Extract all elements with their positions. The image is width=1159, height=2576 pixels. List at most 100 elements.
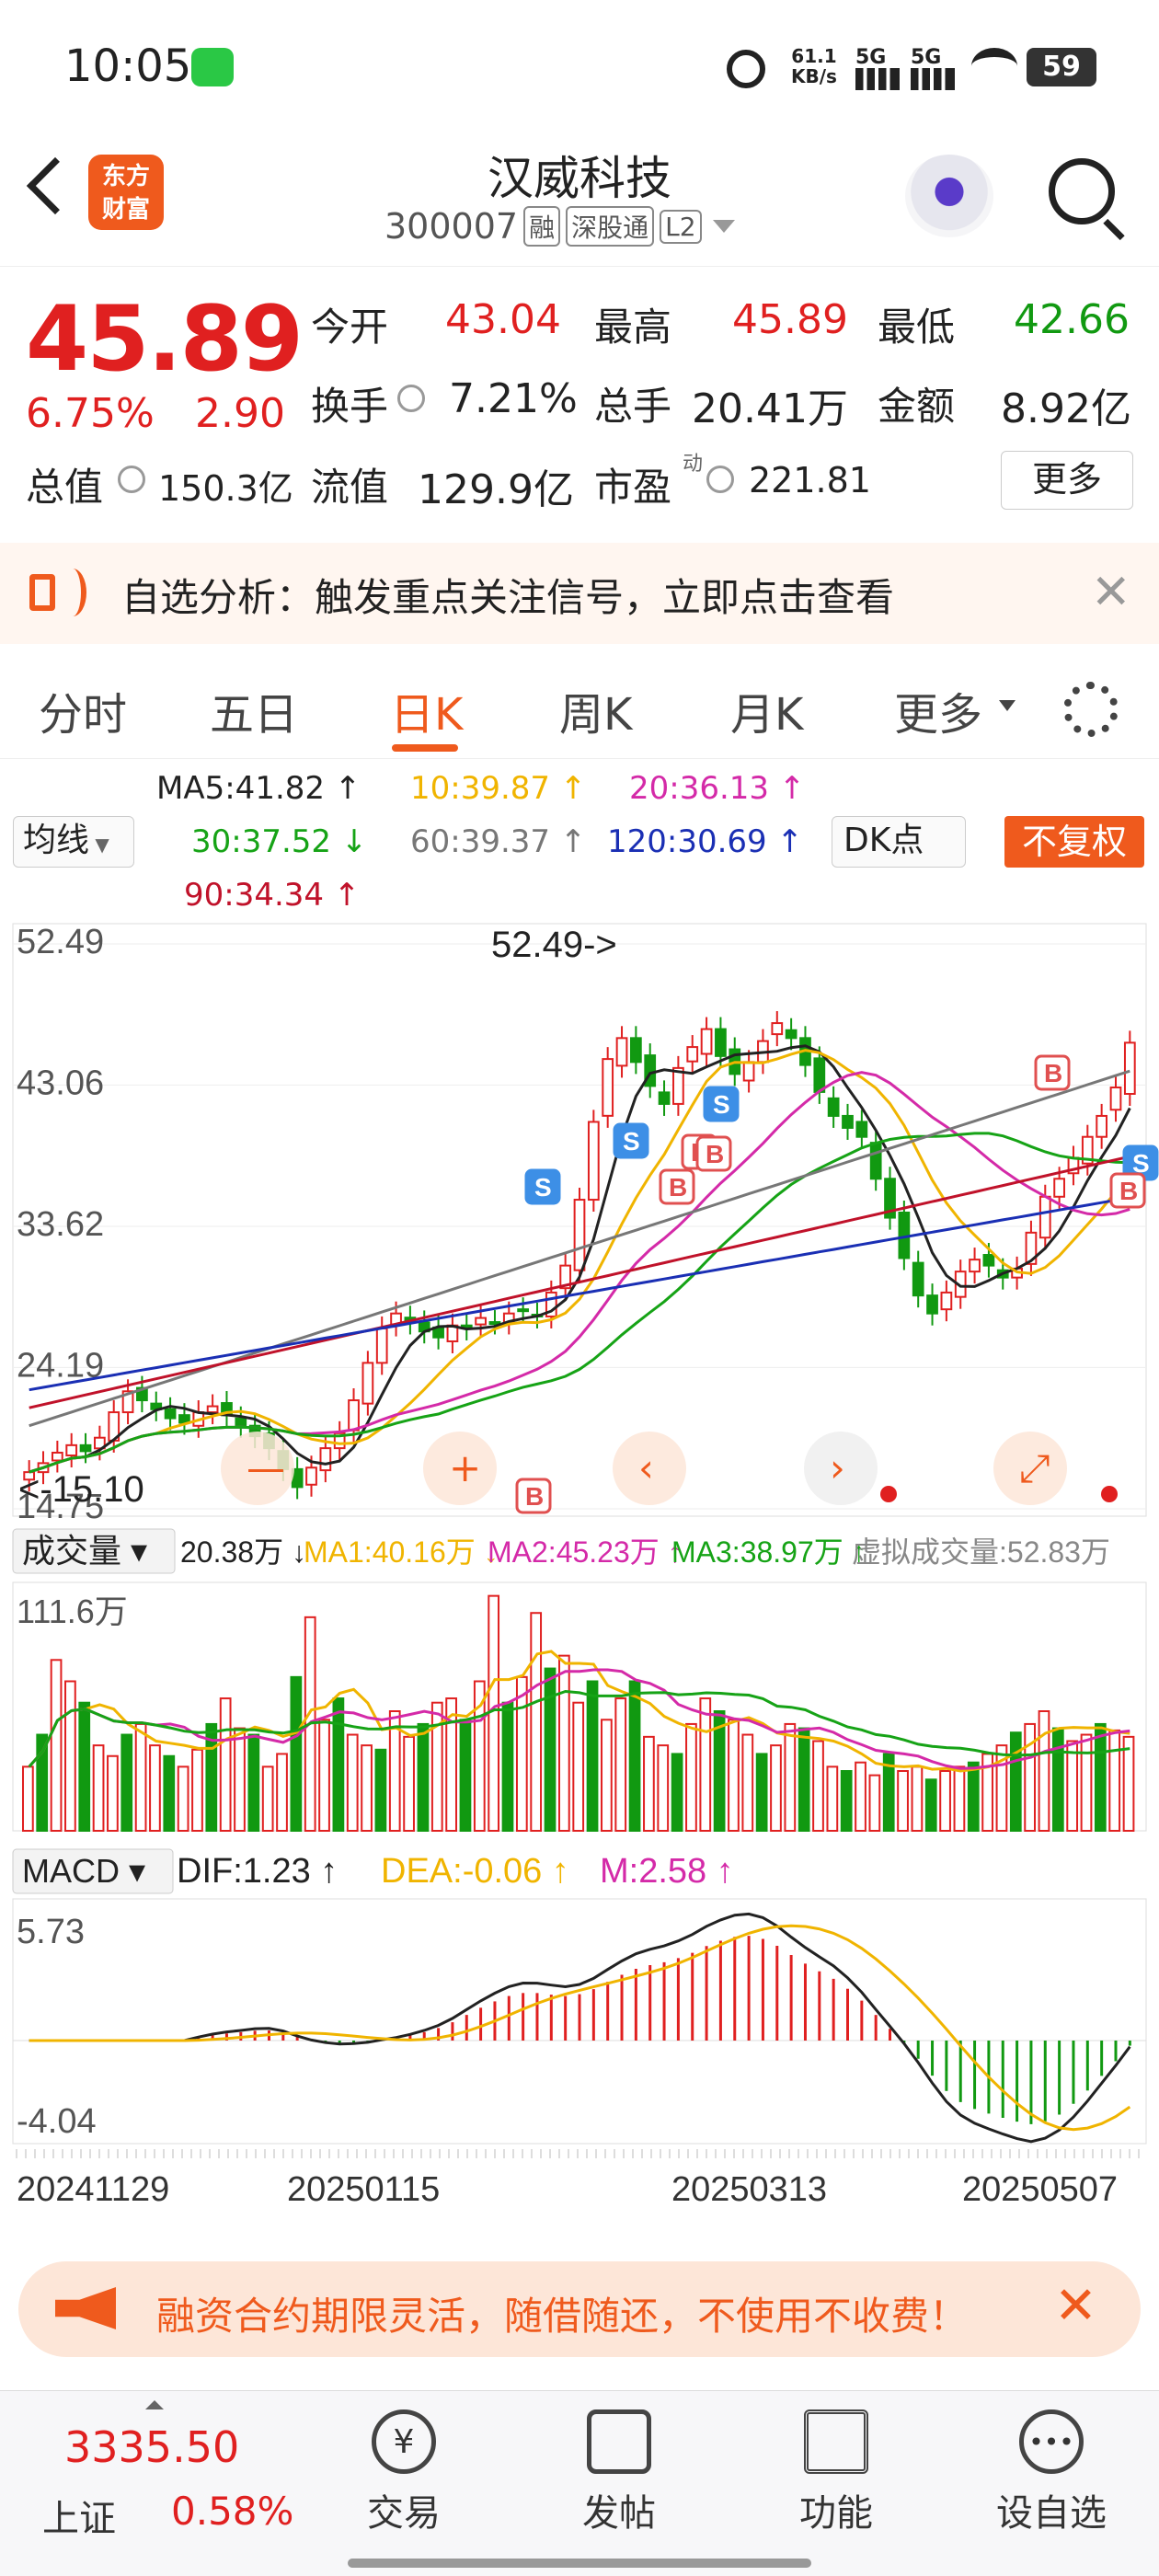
nav-function[interactable]: 功能: [767, 2409, 905, 2536]
x-axis-label: 20250313: [671, 2170, 827, 2209]
volume-bar: [685, 1722, 697, 1833]
volume-bar: [149, 1744, 161, 1833]
tab-intraday[interactable]: 分时: [39, 678, 127, 742]
level-tag: L2: [660, 209, 702, 244]
candle-body: [178, 1414, 190, 1424]
index-change[interactable]: 0.58%: [171, 2489, 293, 2534]
volume-bar: [572, 1701, 585, 1833]
volume-bar: [840, 1770, 853, 1832]
dk-point-button[interactable]: DK点: [832, 816, 966, 868]
volume-bar: [728, 1719, 740, 1832]
nav-post[interactable]: 发帖: [550, 2409, 688, 2536]
nav-add-watch[interactable]: ••• 设自选: [982, 2409, 1120, 2536]
chevron-right-icon-glyph: ›: [830, 1445, 845, 1490]
volume-bar: [897, 1770, 909, 1832]
nav-trade[interactable]: ¥ 交易: [335, 2409, 473, 2536]
candle-body: [771, 1022, 784, 1036]
signal-buy-marker: B: [695, 1135, 732, 1172]
tab-weekly-k[interactable]: 周K: [559, 678, 632, 742]
volume-bar: [643, 1735, 655, 1832]
pe-sup: 动: [683, 453, 704, 476]
volume-virtual: 虚拟成交量:52.83万: [852, 1535, 1110, 1569]
volume-bar: [332, 1697, 345, 1832]
gear-icon[interactable]: [1063, 682, 1119, 737]
expand-icon-glyph: ⤢: [1019, 1445, 1050, 1490]
volume-bar: [134, 1722, 147, 1833]
mktcap-value: 150.3亿: [158, 468, 293, 509]
signal-letter: B: [1119, 1177, 1138, 1205]
volume-bar: [826, 1765, 839, 1832]
volume-bar: [177, 1765, 189, 1832]
analysis-banner[interactable]: 自选分析：触发重点关注信号，立即点击查看 ✕: [0, 543, 1159, 644]
minus-icon[interactable]: —: [221, 1432, 294, 1505]
float-value: 129.9亿: [418, 466, 574, 513]
candle-body: [742, 1061, 755, 1082]
volume-bar: [64, 1680, 76, 1832]
open-label: 今开: [311, 305, 389, 350]
volume-bar: [361, 1744, 373, 1833]
speaker-wave-icon: [59, 569, 86, 616]
pe-label: 市盈: [594, 465, 672, 510]
volume-ma1: MA1:40.16万 ↓: [304, 1535, 499, 1569]
signal-letter: B: [525, 1482, 544, 1511]
megaphone-icon: [55, 2287, 116, 2329]
volume-bar: [1066, 1740, 1079, 1832]
info-icon[interactable]: [706, 466, 734, 493]
volume-current: 20.38万 ↓: [180, 1535, 306, 1569]
index-value[interactable]: 3335.50: [64, 2422, 239, 2472]
ma60-label: 60:39.37 ↑: [410, 823, 587, 860]
nav-function-label: 功能: [799, 2492, 873, 2535]
signal-buy-marker: B: [659, 1168, 695, 1205]
info-icon[interactable]: [397, 385, 425, 412]
volume-label: 总手: [594, 384, 672, 429]
close-icon[interactable]: ✕: [1054, 2276, 1097, 2336]
tab-five-day[interactable]: 五日: [210, 678, 298, 742]
amount-label: 金额: [878, 384, 956, 429]
volume-title: 成交量 ▾: [22, 1532, 147, 1570]
ma-selector[interactable]: 均线 ▼: [13, 816, 134, 868]
close-icon[interactable]: ✕: [1091, 565, 1131, 620]
candle-body: [206, 1405, 219, 1414]
expand-icon[interactable]: ⤢: [993, 1432, 1067, 1505]
volume-bar: [1108, 1729, 1121, 1833]
tab-more[interactable]: 更多: [894, 678, 982, 742]
signal-buy-marker: B: [1034, 1054, 1071, 1091]
dk-label: DK点: [843, 822, 924, 859]
stock-code-row[interactable]: 300007 融 深股通 L2: [384, 206, 735, 247]
no-adjust-button[interactable]: 不复权: [1004, 816, 1144, 868]
macd-m: M:2.58 ↑: [600, 1852, 734, 1891]
grid-icon: [804, 2409, 868, 2474]
volume-bar: [953, 1765, 966, 1832]
chevron-down-icon: [712, 220, 735, 233]
low-price-marker: <-15.10: [18, 1469, 144, 1510]
candle-body: [926, 1294, 938, 1315]
yuan-icon: ¥: [372, 2409, 436, 2474]
volume-bar: [22, 1765, 34, 1832]
signal-bars-icon: [911, 68, 955, 90]
index-name[interactable]: 上证: [42, 2489, 116, 2542]
volume-bar: [247, 1733, 260, 1832]
candle-body: [940, 1291, 953, 1311]
chevron-left-icon-glyph: ‹: [638, 1445, 654, 1490]
more-quote-button[interactable]: 更多: [1001, 451, 1133, 510]
stock-charts[interactable]: 52.4943.0633.6224.1914.7552.49-><-15.10S…: [0, 920, 1159, 2245]
ma20-label: 20:36.13 ↑: [629, 770, 806, 807]
chevron-left-icon[interactable]: ‹: [613, 1432, 686, 1505]
signal-letter: B: [1044, 1059, 1062, 1087]
volume-bar: [163, 1754, 176, 1832]
quote-panel: 45.89 6.75% 2.90 今开 43.04 最高 45.89 最低 42…: [0, 267, 1159, 534]
info-icon[interactable]: [118, 466, 145, 493]
chevron-right-icon[interactable]: ›: [804, 1432, 878, 1505]
tab-daily-k[interactable]: 日K: [390, 678, 463, 742]
plus-icon-glyph: +: [449, 1445, 481, 1490]
promo-banner[interactable]: 融资合约期限灵活，随借随还，不使用不收费！ ✕: [18, 2261, 1141, 2357]
plus-icon[interactable]: +: [423, 1432, 497, 1505]
robot-assistant-icon[interactable]: [905, 155, 993, 237]
volume-bar: [784, 1722, 797, 1833]
expand-arrow-icon[interactable]: [145, 2400, 164, 2409]
open-value: 43.04: [445, 296, 561, 343]
tab-monthly-k[interactable]: 月K: [730, 678, 803, 742]
search-icon[interactable]: [1049, 158, 1115, 224]
search-icon-handle: [1103, 218, 1125, 241]
kline-ytick: 52.49: [17, 923, 104, 961]
